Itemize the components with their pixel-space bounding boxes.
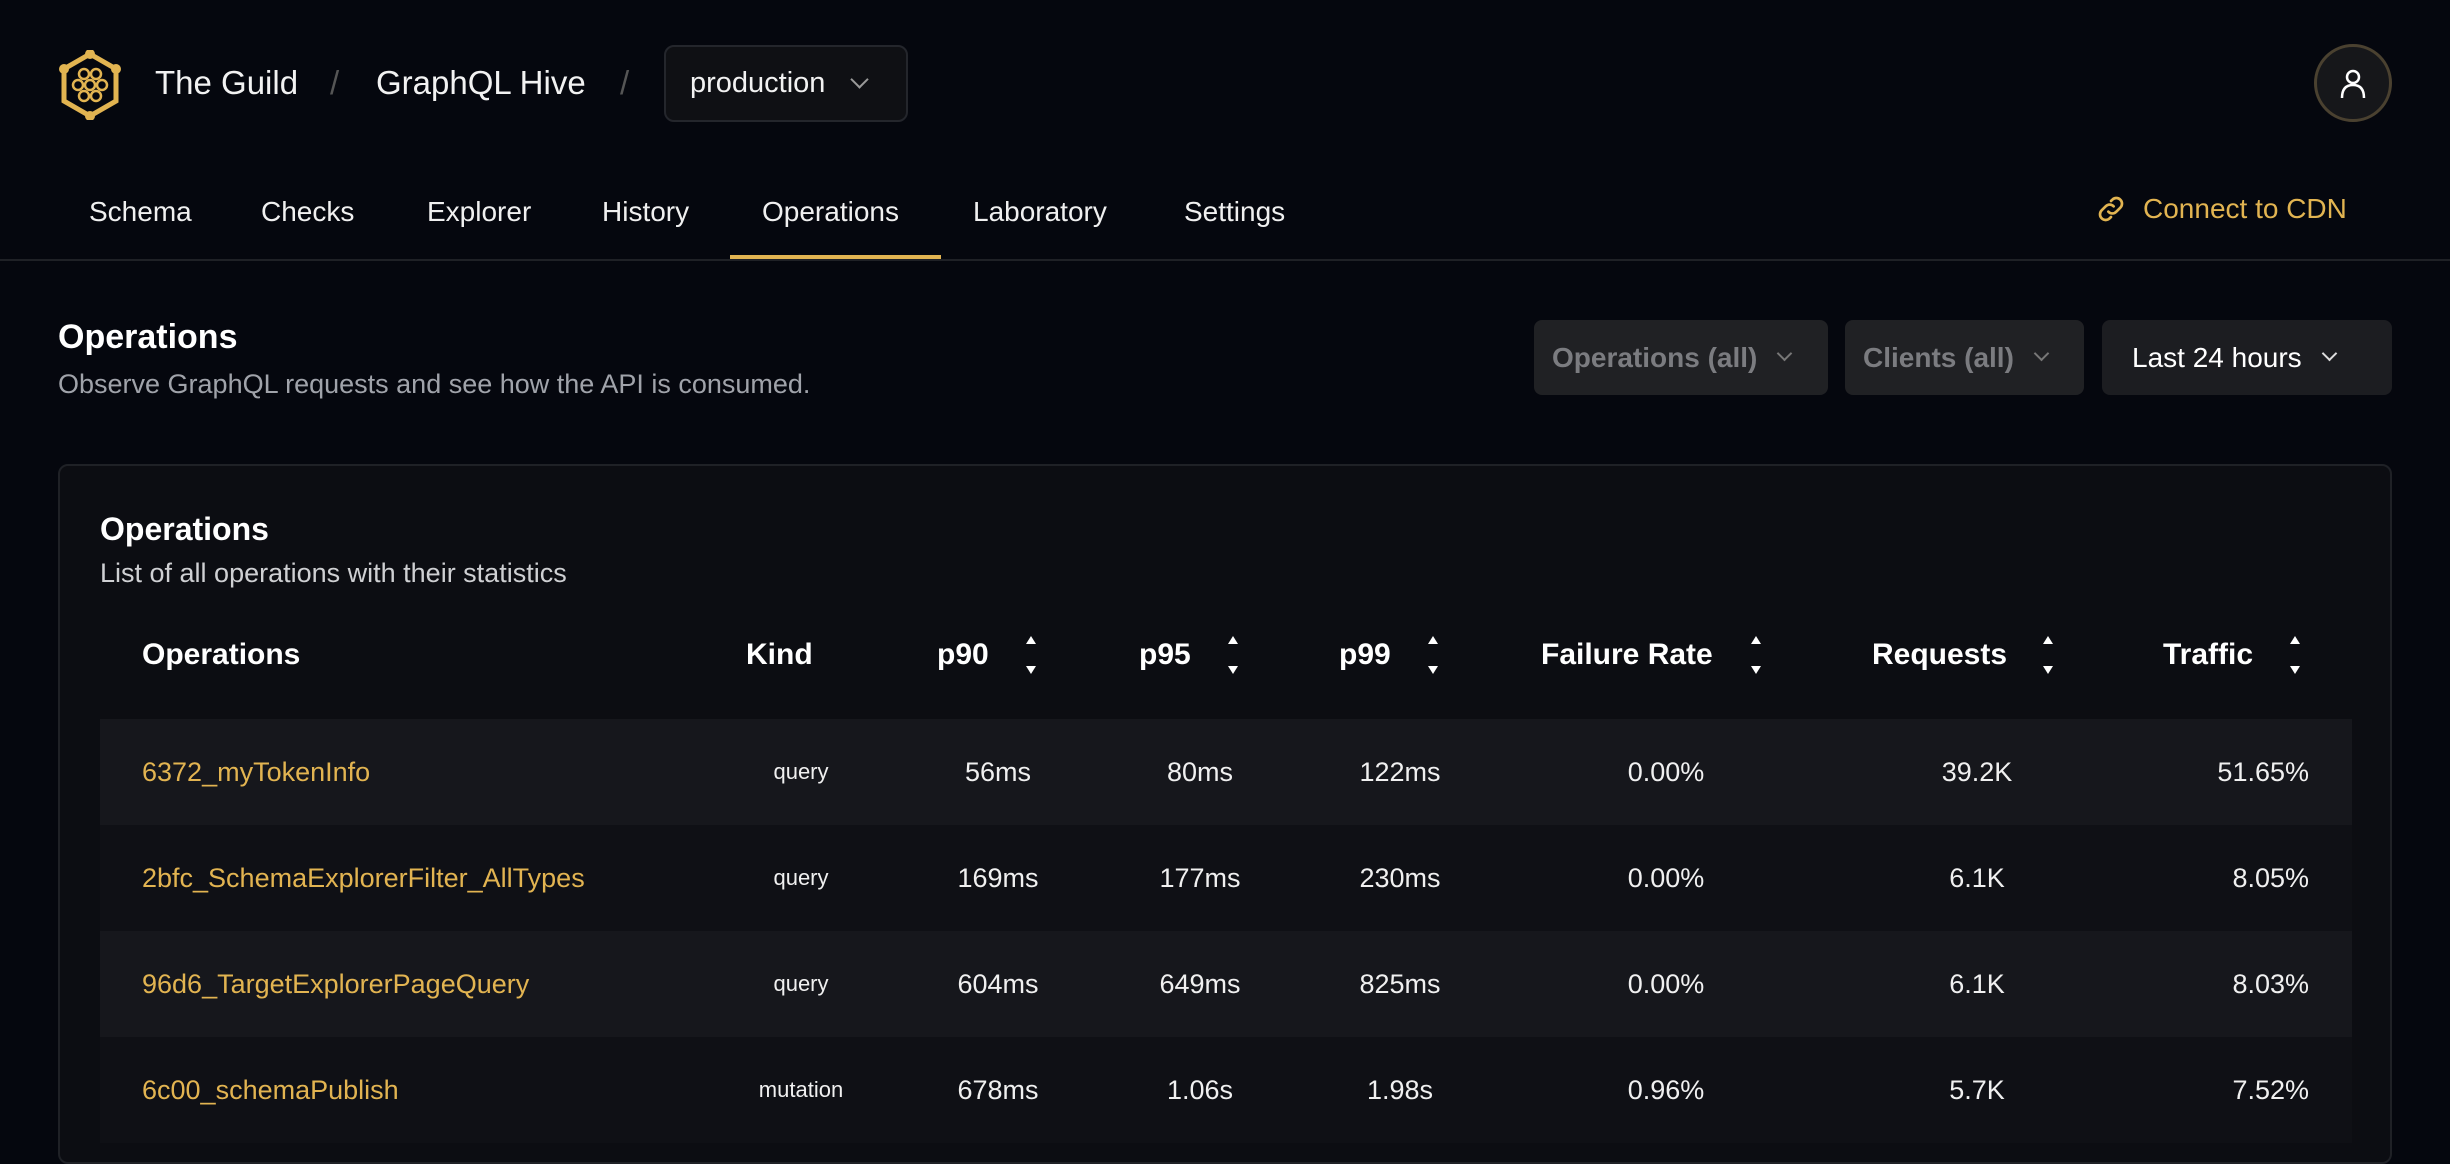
tab-operations[interactable]: Operations [762,194,899,230]
breadcrumb-project[interactable]: GraphQL Hive [376,64,586,102]
p95-cell: 649ms [1159,968,1241,999]
card-title: Operations [100,511,269,547]
operations-filter-label: Operations (all) [1552,341,1758,373]
column-header-operations: Operations [142,638,301,671]
connect-cdn-button[interactable]: Connect to CDN [2095,193,2347,225]
p99-cell: 825ms [1359,968,1441,999]
p99-cell: 1.98s [1366,1074,1434,1105]
p99-cell: 122ms [1359,756,1441,787]
operation-name-link[interactable]: 6c00_schemaPublish [142,1037,399,1143]
kind-cell: query [773,865,829,890]
requests-cell: 6.1K [1949,968,2005,999]
p95-cell: 177ms [1159,862,1241,893]
tab-explorer[interactable]: Explorer [427,194,531,230]
column-header-p90[interactable]: p90 [937,637,989,673]
header-divider [0,259,2450,261]
failure-rate-cell: 0.00% [1627,968,1705,999]
connect-cdn-label: Connect to CDN [2143,193,2347,224]
sort-icon[interactable] [2041,634,2055,676]
tab-settings[interactable]: Settings [1184,194,1285,230]
sort-icon[interactable] [1749,634,1763,676]
operation-name-link[interactable]: 96d6_TargetExplorerPageQuery [142,931,529,1037]
sort-icon[interactable] [2288,634,2302,676]
breadcrumb-separator: / [620,64,630,101]
chevron-down-icon [2321,345,2337,362]
sort-icon[interactable] [1426,634,1440,676]
p95-cell: 80ms [1166,756,1234,787]
table-row[interactable]: 2bfc_SchemaExplorerFilter_AllTypes query 1… [100,825,2352,931]
requests-cell: 6.1K [1949,862,2005,893]
sort-icon[interactable] [1226,634,1240,676]
column-header-kind: Kind [746,638,813,671]
traffic-cell: 8.03% [2232,968,2309,999]
chevron-down-icon [850,70,870,89]
requests-cell: 5.7K [1949,1074,2005,1105]
period-selector[interactable]: Last 24 hours [2102,320,2392,395]
chevron-down-icon [1777,345,1793,362]
column-header-p95[interactable]: p95 [1139,637,1191,673]
requests-cell: 39.2K [1941,756,2013,787]
p99-cell: 230ms [1359,862,1441,893]
table-row[interactable]: 6c00_schemaPublish mutation 678ms 1.06s 1.98… [100,1037,2352,1143]
period-label: Last 24 hours [2132,341,2302,373]
hive-logo-icon[interactable] [56,50,124,120]
traffic-cell: 7.52% [2232,1074,2309,1105]
target-selector[interactable]: production [664,45,908,122]
user-icon [2340,69,2366,99]
breadcrumb-separator: / [330,64,340,101]
operations-filter[interactable]: Operations (all) [1534,320,1828,395]
traffic-cell: 8.05% [2232,862,2309,893]
kind-cell: mutation [758,1077,844,1102]
p90-cell: 678ms [957,1074,1039,1105]
column-header-traffic[interactable]: Traffic [2163,637,2253,673]
target-label: production [690,67,826,99]
card-subtitle: List of all operations with their statis… [100,558,567,588]
traffic-cell: 51.65% [2217,756,2309,787]
user-avatar-button[interactable] [2314,44,2392,122]
breadcrumb-org[interactable]: The Guild [155,64,298,102]
tab-schema[interactable]: Schema [89,194,192,230]
failure-rate-cell: 0.96% [1627,1074,1705,1105]
page-subtitle: Observe GraphQL requests and see how the… [58,369,811,399]
chevron-down-icon [2033,345,2050,362]
tab-laboratory[interactable]: Laboratory [973,194,1107,230]
tab-history[interactable]: History [602,194,689,230]
column-header-p99[interactable]: p99 [1339,637,1391,673]
table-row[interactable]: 6372_myTokenInfo query 56ms 80ms 122ms 0.00% 3… [100,719,2352,825]
operation-name-link[interactable]: 6372_myTokenInfo [142,719,370,825]
sort-icon[interactable] [1024,634,1038,676]
operation-name-link[interactable]: 2bfc_SchemaExplorerFilter_AllTypes [142,825,585,931]
link-icon [2098,196,2124,222]
page-title: Operations [58,318,238,356]
table-row[interactable]: 96d6_TargetExplorerPageQuery query 604ms 64… [100,931,2352,1037]
p90-cell: 604ms [957,968,1039,999]
failure-rate-cell: 0.00% [1627,862,1705,893]
clients-filter-label: Clients (all) [1863,341,2014,373]
p95-cell: 1.06s [1166,1074,1234,1105]
kind-cell: query [773,971,829,996]
column-header-requests[interactable]: Requests [1872,637,2007,673]
column-header-failure-rate[interactable]: Failure Rate [1541,637,1713,673]
p90-cell: 56ms [964,756,1032,787]
tab-checks[interactable]: Checks [261,194,354,230]
failure-rate-cell: 0.00% [1627,756,1705,787]
p90-cell: 169ms [957,862,1039,893]
kind-cell: query [773,759,829,784]
clients-filter[interactable]: Clients (all) [1845,320,2084,395]
